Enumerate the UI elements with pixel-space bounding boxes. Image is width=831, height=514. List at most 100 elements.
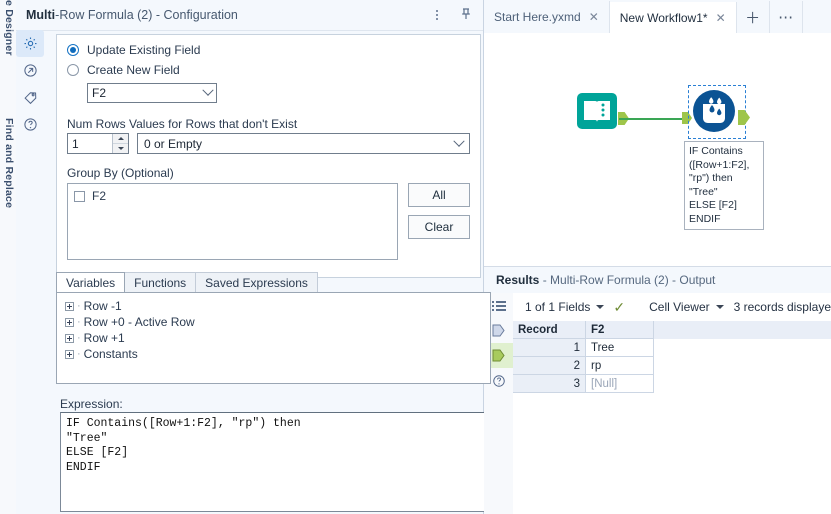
num-rows-increment-button[interactable] xyxy=(113,134,128,144)
workflow-tab-label: New Workflow1* xyxy=(619,10,708,25)
fields-selector-label: 1 of 1 Fields xyxy=(525,300,591,314)
expand-icon[interactable] xyxy=(65,301,74,311)
results-header: Results - Multi-Row Formula (2) - Output xyxy=(484,267,831,294)
close-icon[interactable]: ✕ xyxy=(589,10,599,24)
workspace-area: Start Here.yxmd ✕ New Workflow1* ✕ ＋ ⋯ I… xyxy=(484,0,831,514)
configuration-title-bar: Multi-Row Formula (2) - Configuration xyxy=(16,0,483,31)
tag-icon[interactable] xyxy=(16,84,44,111)
page-title: Multi-Row Formula (2) - Configuration xyxy=(26,8,238,22)
num-rows-decrement-button[interactable] xyxy=(113,144,128,153)
gear-icon[interactable] xyxy=(16,30,44,57)
tab-overflow-button[interactable]: ⋯ xyxy=(770,1,803,33)
tab-functions[interactable]: Functions xyxy=(124,272,197,292)
update-existing-field-option[interactable]: Update Existing Field xyxy=(67,43,470,57)
chevron-down-icon xyxy=(202,84,214,96)
help-icon[interactable] xyxy=(16,111,44,138)
results-grid[interactable]: Record F2 1 Tree 2 rp 3 [Null] xyxy=(513,321,831,514)
create-new-field-option[interactable]: Create New Field xyxy=(67,63,470,77)
configuration-form: Update Existing Field Create New Field F… xyxy=(56,34,481,278)
tree-node[interactable]: · Row +1 xyxy=(65,330,490,346)
num-rows-label: Num Rows xyxy=(67,117,126,131)
table-row[interactable]: 3 [Null] xyxy=(513,375,831,393)
column-header-f2[interactable]: F2 xyxy=(586,321,654,339)
values-for-rows-dropdown[interactable]: 0 or Empty xyxy=(137,133,470,154)
pin-icon[interactable] xyxy=(459,7,475,23)
clear-button[interactable]: Clear xyxy=(408,215,470,239)
table-row[interactable]: 1 Tree xyxy=(513,339,831,357)
field-select-dropdown[interactable]: F2 xyxy=(87,83,217,103)
workflow-tab-label: Start Here.yxmd xyxy=(494,10,581,24)
alteryx-designer-window: rface Designer Find and Replace Multi-Ro… xyxy=(0,0,831,514)
expression-label: Expression: xyxy=(60,397,123,411)
tree-node[interactable]: · Row -1 xyxy=(65,298,490,314)
new-tab-button[interactable]: ＋ xyxy=(737,1,770,33)
rows-labels: Num Rows Values for Rows that don't Exis… xyxy=(67,117,470,131)
connection-line[interactable] xyxy=(619,118,682,120)
workflow-tab-new-workflow1[interactable]: New Workflow1* ✕ xyxy=(609,2,737,34)
values-for-rows-value: 0 or Empty xyxy=(144,136,203,151)
workflow-tabbar: Start Here.yxmd ✕ New Workflow1* ✕ ＋ ⋯ xyxy=(484,0,831,34)
cell-viewer-selector[interactable]: Cell Viewer xyxy=(649,300,724,314)
column-header-record[interactable]: Record xyxy=(513,321,586,339)
rail-label-find-and-replace[interactable]: Find and Replace xyxy=(0,118,15,248)
cell-record: 1 xyxy=(513,339,586,357)
expression-helper-tabs: Variables Functions Saved Expressions · … xyxy=(56,272,496,384)
fields-selector[interactable]: 1 of 1 Fields xyxy=(525,300,605,314)
expand-icon[interactable] xyxy=(65,333,74,343)
input-data-tool[interactable] xyxy=(576,90,618,132)
select-all-button[interactable]: All xyxy=(408,183,470,207)
table-header-row: Record F2 xyxy=(513,321,831,339)
left-vertical-rail: rface Designer Find and Replace xyxy=(0,0,17,514)
cell-viewer-label: Cell Viewer xyxy=(649,300,710,314)
formula-tool-output-anchor[interactable] xyxy=(738,110,750,125)
configuration-icon-sidebar xyxy=(16,30,44,514)
group-by-checkbox[interactable] xyxy=(74,190,85,202)
list-item[interactable]: F2 xyxy=(74,189,391,203)
configuration-panel: Multi-Row Formula (2) - Configuration Up… xyxy=(16,0,494,514)
workflow-tab-start-here[interactable]: Start Here.yxmd ✕ xyxy=(484,1,610,33)
expand-icon[interactable] xyxy=(65,349,74,359)
check-icon[interactable]: ✓ xyxy=(613,299,625,316)
update-existing-field-radio[interactable] xyxy=(67,44,79,56)
num-rows-value: 1 xyxy=(72,136,79,151)
arrow-circle-icon[interactable] xyxy=(16,57,44,84)
tree-node[interactable]: · Row +0 - Active Row xyxy=(65,314,490,330)
group-by-item-label: F2 xyxy=(92,189,107,203)
tree-node-label: Row +1 xyxy=(83,331,125,345)
tree-node[interactable]: · Constants xyxy=(65,346,490,362)
group-by-section: F2 All Clear xyxy=(67,183,470,260)
multi-row-formula-tool[interactable] xyxy=(692,89,736,133)
tree-node-label: Row -1 xyxy=(83,299,122,313)
chevron-down-icon xyxy=(715,305,724,309)
results-toolbar: 1 of 1 Fields ✓ Cell Viewer 3 records di… xyxy=(513,293,831,322)
cell-record: 2 xyxy=(513,357,586,375)
expression-editor[interactable]: IF Contains([Row+1:F2], "rp") then "Tree… xyxy=(60,412,494,512)
values-for-rows-label: Values for Rows that don't Exist xyxy=(129,117,298,131)
tabstrip: Variables Functions Saved Expressions xyxy=(56,272,496,292)
rows-inputs: 1 0 or Empty xyxy=(67,133,470,154)
results-title: Results - Multi-Row Formula (2) - Output xyxy=(496,273,716,287)
tab-variables[interactable]: Variables xyxy=(56,272,126,292)
variables-tree[interactable]: · Row -1 · Row +0 - Active Row · Row +1 … xyxy=(56,292,491,384)
num-rows-stepper[interactable]: 1 xyxy=(67,133,129,154)
chevron-down-icon xyxy=(596,305,605,309)
more-options-icon[interactable] xyxy=(429,7,445,23)
group-by-label: Group By (Optional) xyxy=(67,166,174,180)
expand-icon[interactable] xyxy=(65,317,74,327)
cell-value[interactable]: Tree xyxy=(586,339,654,357)
cell-value[interactable]: rp xyxy=(586,357,654,375)
cell-value[interactable]: [Null] xyxy=(586,375,654,393)
create-new-field-radio[interactable] xyxy=(67,64,79,76)
cell-record: 3 xyxy=(513,375,586,393)
workflow-canvas[interactable]: IF Contains ([Row+1:F2], "rp") then "Tre… xyxy=(484,33,831,267)
rail-label-interface-designer[interactable]: rface Designer xyxy=(0,0,15,100)
tab-saved-expressions[interactable]: Saved Expressions xyxy=(195,272,318,292)
tool-annotation: IF Contains ([Row+1:F2], "rp") then "Tre… xyxy=(684,141,764,230)
table-row[interactable]: 2 rp xyxy=(513,357,831,375)
close-icon[interactable]: ✕ xyxy=(716,11,726,25)
tree-node-label: Row +0 - Active Row xyxy=(83,315,195,329)
chevron-down-icon xyxy=(453,135,465,147)
group-by-field-list[interactable]: F2 xyxy=(67,183,398,260)
group-by-buttons: All Clear xyxy=(408,183,470,260)
update-existing-field-label: Update Existing Field xyxy=(87,43,201,57)
